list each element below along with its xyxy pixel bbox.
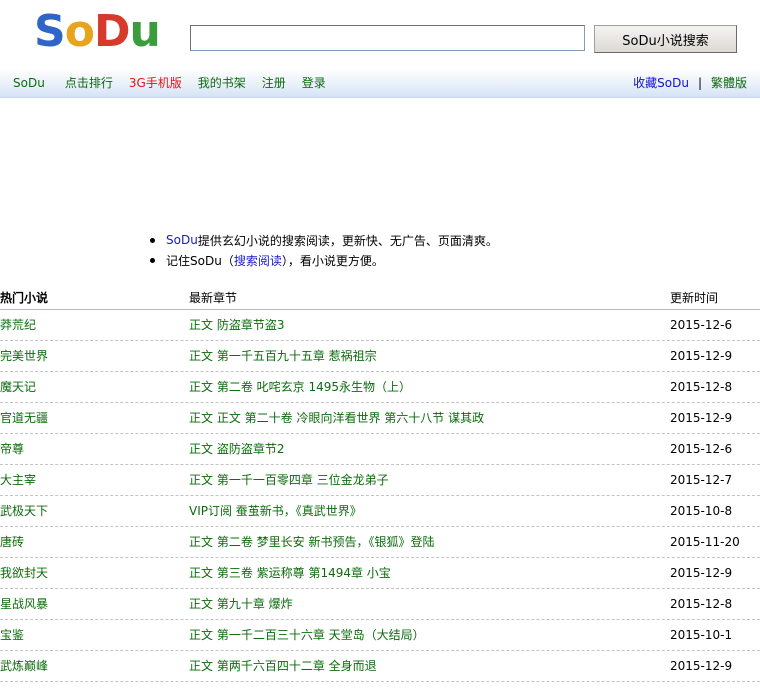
- latest-chapter-link[interactable]: 正文 第二卷 梦里长安 新书预告，《银狐》登陆: [189, 527, 434, 557]
- search-button[interactable]: SoDu小说搜索: [594, 25, 737, 53]
- logo-letter-s: S: [34, 6, 66, 57]
- header-update-time: 更新时间: [670, 291, 719, 305]
- bullet-icon: [150, 257, 155, 263]
- update-date: 2015-12-9: [670, 349, 733, 363]
- latest-chapter-link[interactable]: 正文 第九十章 爆炸: [189, 589, 293, 619]
- novel-title-link[interactable]: 魔天记: [0, 372, 36, 402]
- latest-chapter-link[interactable]: 正文 第二卷 叱咤玄京 1495永生物（上）: [189, 372, 411, 402]
- nav-traditional-chinese[interactable]: 繁體版: [711, 74, 747, 91]
- table-row: 魔天记 正文 第二卷 叱咤玄京 1495永生物（上） 2015-12-8: [0, 372, 760, 403]
- update-date: 2015-12-9: [670, 411, 733, 425]
- hot-novels-table: 热门小说 最新章节 更新时间 莽荒纪 正文 防盗章节盗3 2015-12-6 完美世…: [0, 287, 760, 682]
- latest-chapter-link[interactable]: 正文 第一千一百零四章 三位金龙弟子: [189, 465, 389, 495]
- notice-item: SoDu 提供玄幻小说的搜索阅读，更新快、无广告、页面清爽。: [150, 230, 498, 250]
- table-row: 官道无疆 正文 正文 第二十卷 冷眼向洋看世界 第六十八节 谋其政 2015-12-…: [0, 403, 760, 434]
- update-date: 2015-10-8: [670, 504, 733, 518]
- nav-favorite-sodu[interactable]: 收藏SoDu: [633, 74, 689, 91]
- latest-chapter-link[interactable]: 正文 第一千五百九十五章 惹祸祖宗: [189, 341, 377, 371]
- novel-title-link[interactable]: 完美世界: [0, 341, 48, 371]
- header-hot-novels: 热门小说: [0, 291, 49, 305]
- latest-chapter-link[interactable]: 正文 第一千二百三十六章 天堂岛（大结局）: [189, 620, 425, 650]
- table-row: 武极天下 VIP订阅 蚕茧新书，《真武世界》 2015-10-8: [0, 496, 760, 527]
- novel-title-link[interactable]: 大主宰: [0, 465, 36, 495]
- update-date: 2015-12-6: [670, 442, 733, 456]
- notice-text: 记住SoDu（: [166, 253, 234, 268]
- latest-chapter-link[interactable]: 正文 盗防盗章节2: [189, 434, 284, 464]
- search-input[interactable]: [190, 25, 585, 51]
- update-date: 2015-11-20: [670, 535, 740, 549]
- novel-title-link[interactable]: 武炼巅峰: [0, 651, 48, 681]
- update-date: 2015-12-7: [670, 473, 733, 487]
- novel-title-link[interactable]: 星战风暴: [0, 589, 48, 619]
- latest-chapter-link[interactable]: 正文 防盗章节盗3: [189, 310, 284, 340]
- table-row: 帝尊 正文 盗防盗章节2 2015-12-6: [0, 434, 760, 465]
- nav-right: 收藏SoDu | 繁體版: [633, 68, 747, 97]
- nav-click-ranking[interactable]: 点击排行: [65, 74, 113, 91]
- nav-3g-mobile[interactable]: 3G手机版: [129, 74, 182, 91]
- novel-title-link[interactable]: 帝尊: [0, 434, 24, 464]
- notice-text: 提供玄幻小说的搜索阅读，更新快、无广告、页面清爽。: [197, 233, 498, 248]
- latest-chapter-link[interactable]: 正文 第两千六百四十二章 全身而退: [189, 651, 377, 681]
- table-row: 我欲封天 正文 第三卷 紫运称尊 第1494章 小宝 2015-12-9: [0, 558, 760, 589]
- table-header: 热门小说 最新章节 更新时间: [0, 287, 760, 310]
- notice-text: ），看小说更方便。: [281, 253, 384, 268]
- nav-login[interactable]: 登录: [302, 74, 326, 91]
- nav-sodu-home[interactable]: SoDu: [13, 76, 45, 90]
- update-date: 2015-12-9: [670, 566, 733, 580]
- nav-bar: SoDu 点击排行 3G手机版 我的书架 注册 登录 收藏SoDu | 繁體版: [0, 68, 760, 98]
- update-date: 2015-12-6: [670, 318, 733, 332]
- header-latest-chapter: 最新章节: [189, 291, 238, 305]
- notice-sodu-link[interactable]: SoDu: [166, 233, 198, 247]
- table-row: 武炼巅峰 正文 第两千六百四十二章 全身而退 2015-12-9: [0, 651, 760, 682]
- logo-letter-o: o: [64, 6, 95, 57]
- novel-title-link[interactable]: 莽荒纪: [0, 310, 36, 340]
- notice-list: SoDu 提供玄幻小说的搜索阅读，更新快、无广告、页面清爽。 记住SoDu（ 搜索阅…: [150, 230, 498, 270]
- nav-register[interactable]: 注册: [262, 74, 286, 91]
- novel-title-link[interactable]: 宝鉴: [0, 620, 24, 650]
- logo-letter-d: D: [93, 6, 131, 57]
- notice-item: 记住SoDu（ 搜索阅读 ），看小说更方便。: [150, 250, 498, 270]
- table-row: 宝鉴 正文 第一千二百三十六章 天堂岛（大结局） 2015-10-1: [0, 620, 760, 651]
- novel-title-link[interactable]: 我欲封天: [0, 558, 48, 588]
- logo-letter-u: u: [129, 6, 160, 57]
- latest-chapter-link[interactable]: VIP订阅 蚕茧新书，《真武世界》: [189, 496, 362, 526]
- latest-chapter-link[interactable]: 正文 第三卷 紫运称尊 第1494章 小宝: [189, 558, 391, 588]
- table-row: 大主宰 正文 第一千一百零四章 三位金龙弟子 2015-12-7: [0, 465, 760, 496]
- latest-chapter-link[interactable]: 正文 正文 第二十卷 冷眼向洋看世界 第六十八节 谋其政: [189, 403, 484, 433]
- novel-title-link[interactable]: 唐砖: [0, 527, 24, 557]
- update-date: 2015-12-8: [670, 597, 733, 611]
- bullet-icon: [150, 237, 155, 243]
- sodu-logo[interactable]: SoDu: [34, 6, 161, 57]
- nav-left: SoDu 点击排行 3G手机版 我的书架 注册 登录: [13, 68, 342, 97]
- nav-my-bookshelf[interactable]: 我的书架: [198, 74, 246, 91]
- table-row: 莽荒纪 正文 防盗章节盗3 2015-12-6: [0, 310, 760, 341]
- update-date: 2015-10-1: [670, 628, 733, 642]
- nav-separator: |: [697, 75, 702, 90]
- update-date: 2015-12-8: [670, 380, 733, 394]
- notice-search-read-link[interactable]: 搜索阅读: [234, 252, 282, 269]
- update-date: 2015-12-9: [670, 659, 733, 673]
- novel-title-link[interactable]: 官道无疆: [0, 403, 48, 433]
- table-row: 星战风暴 正文 第九十章 爆炸 2015-12-8: [0, 589, 760, 620]
- table-row: 完美世界 正文 第一千五百九十五章 惹祸祖宗 2015-12-9: [0, 341, 760, 372]
- novel-title-link[interactable]: 武极天下: [0, 496, 48, 526]
- table-row: 唐砖 正文 第二卷 梦里长安 新书预告，《银狐》登陆 2015-11-20: [0, 527, 760, 558]
